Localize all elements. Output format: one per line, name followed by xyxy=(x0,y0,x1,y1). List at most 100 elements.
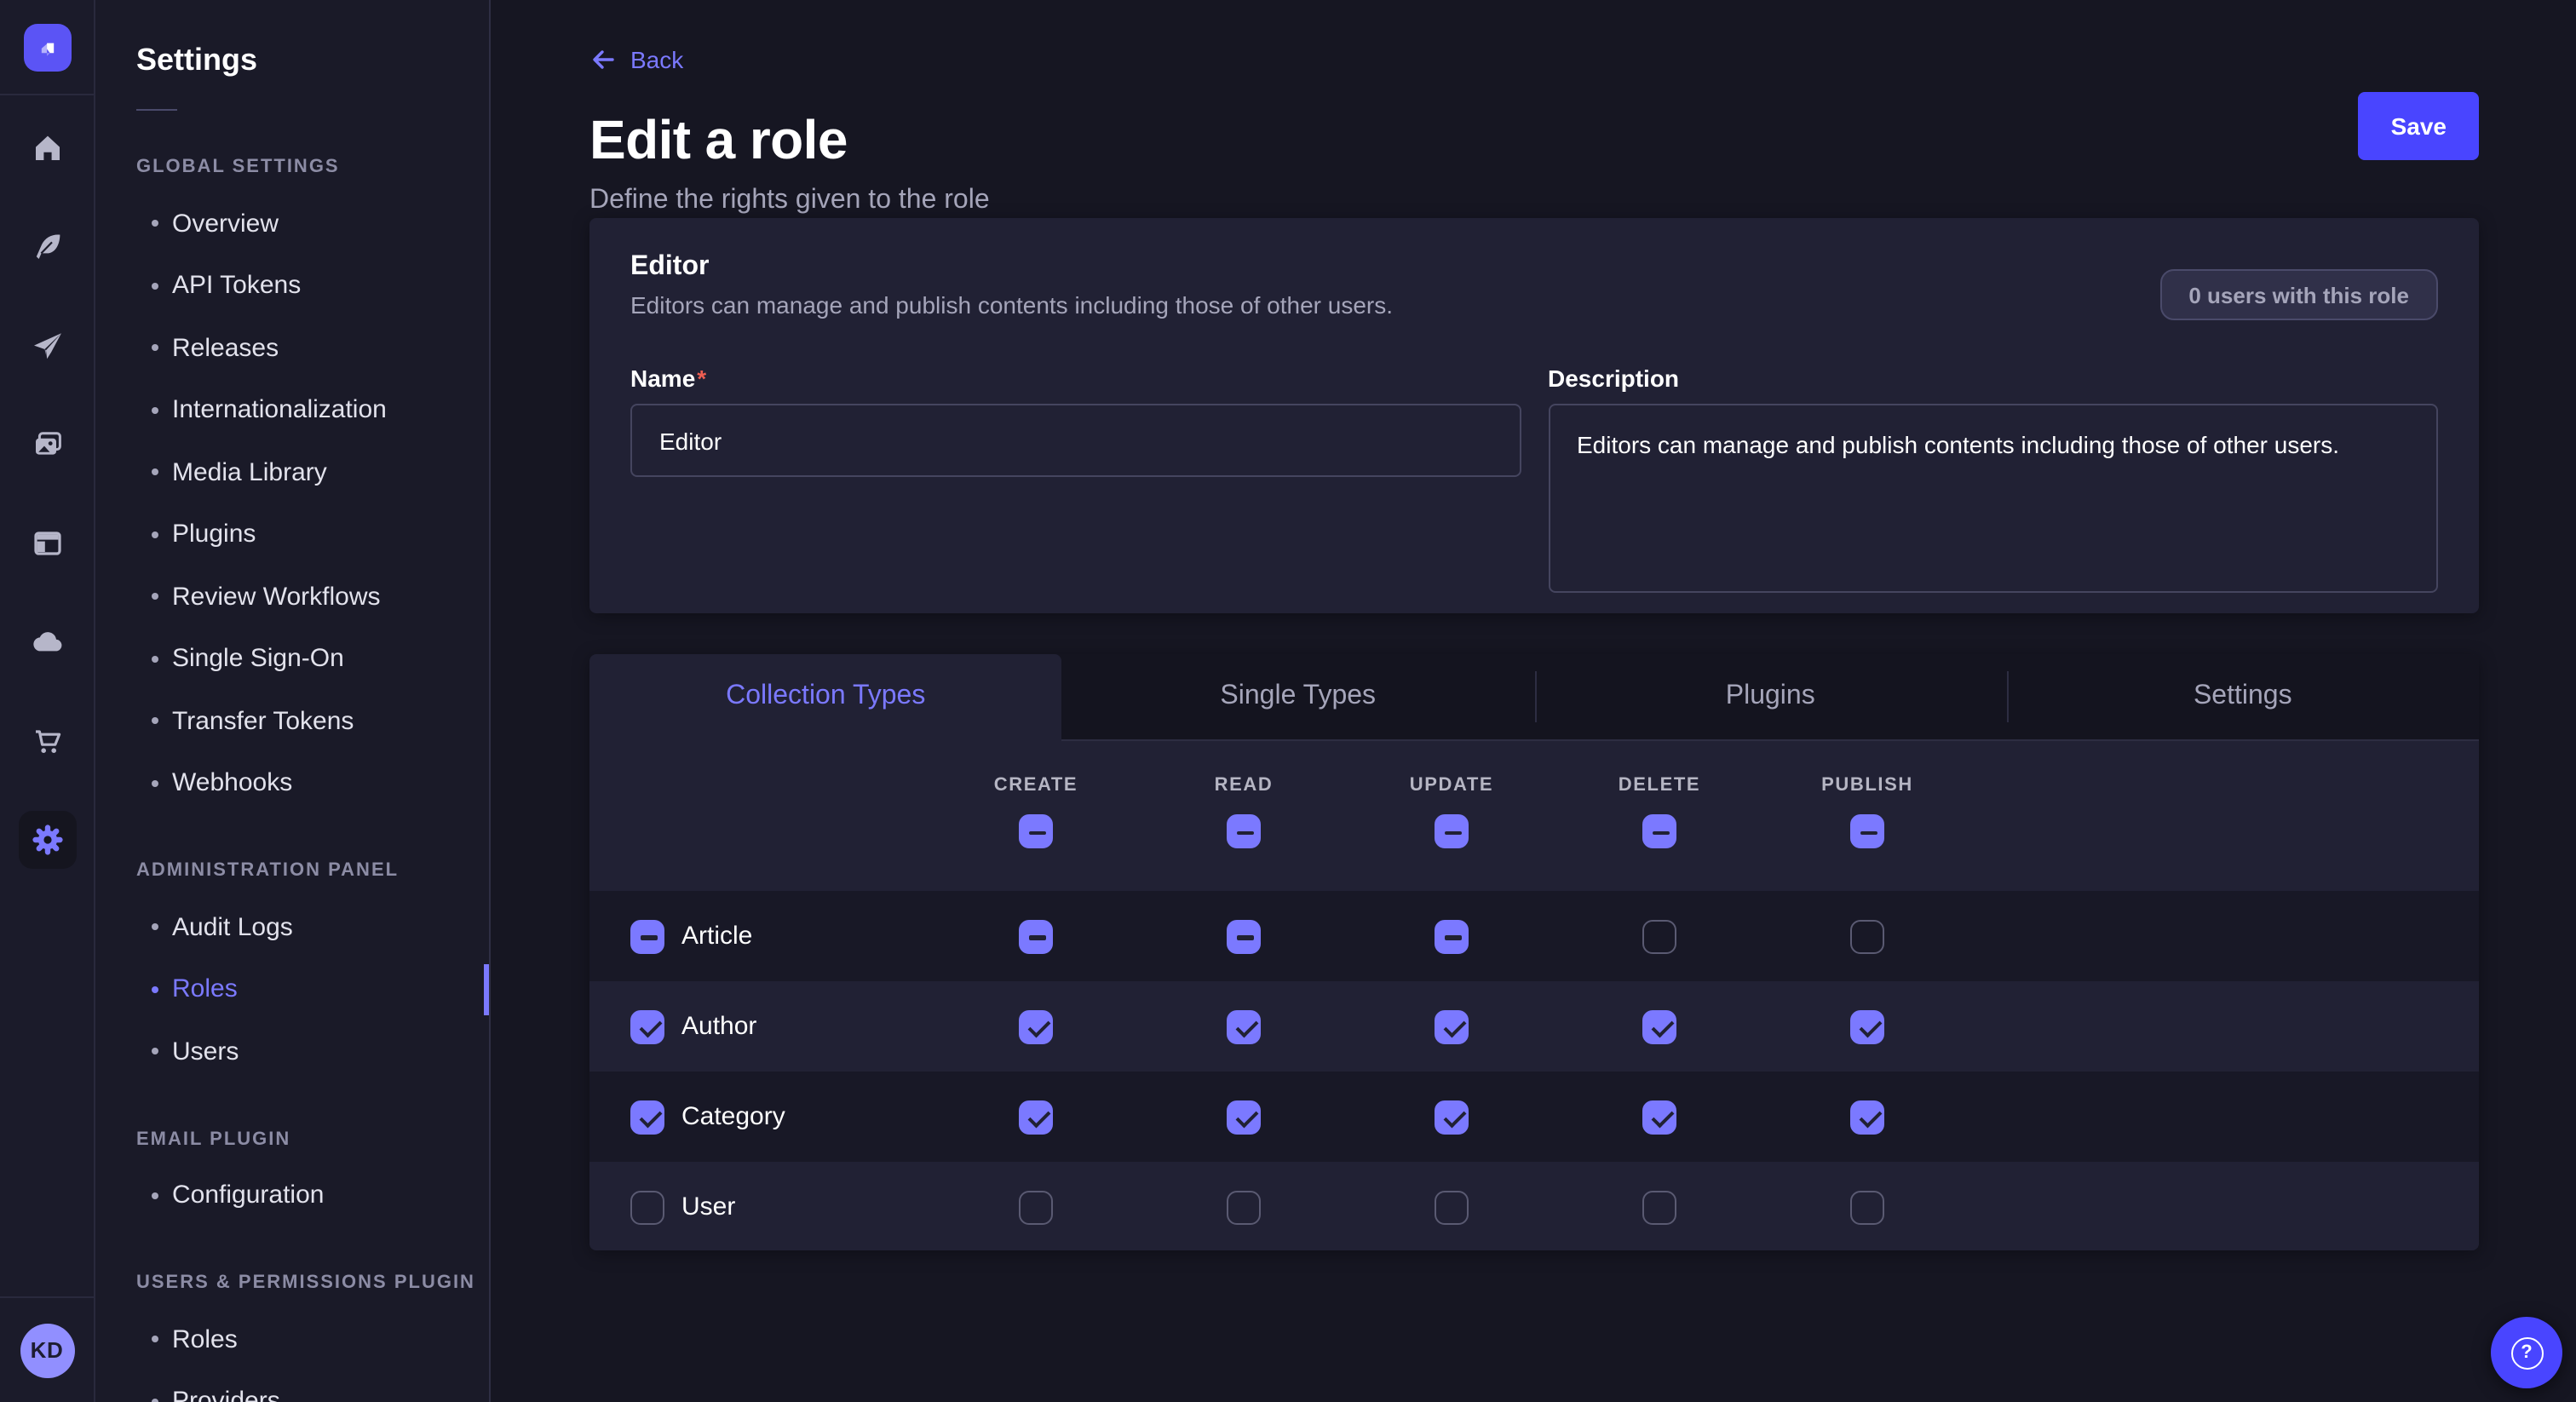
arrow-left-icon xyxy=(589,46,617,73)
cart-icon[interactable] xyxy=(18,712,76,770)
bullet-icon xyxy=(152,986,158,993)
subnav-item-webhooks[interactable]: Webhooks xyxy=(95,752,489,814)
subnav-item-label: Plugins xyxy=(172,520,256,549)
tab-collection-types[interactable]: Collection Types xyxy=(589,654,1062,739)
category-update-checkbox[interactable] xyxy=(1435,1100,1469,1134)
subnav-item-api-tokens[interactable]: API Tokens xyxy=(95,255,489,317)
article-read-checkbox[interactable] xyxy=(1227,919,1261,953)
description-field-group: Description xyxy=(1548,365,2438,601)
tab-single-types[interactable]: Single Types xyxy=(1062,654,1535,739)
subnav-item-label: Audit Logs xyxy=(172,913,293,942)
subnav-item-roles-active[interactable]: Roles xyxy=(95,958,489,1020)
user-delete-checkbox[interactable] xyxy=(1642,1190,1676,1224)
subnav-item-label: Providers xyxy=(172,1388,280,1402)
category-read-checkbox[interactable] xyxy=(1227,1100,1261,1134)
row-label: Author xyxy=(681,1012,756,1041)
name-input[interactable] xyxy=(630,404,1521,477)
feather-icon[interactable] xyxy=(18,218,76,276)
user-publish-checkbox[interactable] xyxy=(1850,1190,1884,1224)
bullet-icon xyxy=(152,469,158,476)
content-manager-icon[interactable] xyxy=(18,514,76,572)
users-with-role-badge[interactable]: 0 users with this role xyxy=(2159,269,2438,320)
subnav-item-plugins[interactable]: Plugins xyxy=(95,503,489,566)
category-delete-checkbox[interactable] xyxy=(1642,1100,1676,1134)
help-button[interactable]: ? xyxy=(2491,1317,2562,1388)
user-create-checkbox[interactable] xyxy=(1019,1190,1053,1224)
permission-row-category: Category xyxy=(589,1072,2479,1162)
subnav-item-releases[interactable]: Releases xyxy=(95,317,489,379)
subnav-item-single-sign-on[interactable]: Single Sign-On xyxy=(95,628,489,690)
home-icon[interactable] xyxy=(18,119,76,177)
permissions-tabbar: Collection Types Single Types Plugins Se… xyxy=(589,654,2479,741)
column-header-delete: DELETE xyxy=(1555,775,1763,848)
subnav-item-up-roles[interactable]: Roles xyxy=(95,1308,489,1370)
save-button[interactable]: Save xyxy=(2359,92,2479,160)
article-update-checkbox[interactable] xyxy=(1435,919,1469,953)
bullet-icon xyxy=(152,1399,158,1402)
subnav-item-label: API Tokens xyxy=(172,272,301,301)
select-all-update-checkbox[interactable] xyxy=(1435,814,1469,848)
bullet-icon xyxy=(152,345,158,352)
select-all-publish-checkbox[interactable] xyxy=(1850,814,1884,848)
subnav-title: Settings xyxy=(136,43,489,78)
cloud-icon[interactable] xyxy=(18,613,76,671)
author-create-checkbox[interactable] xyxy=(1019,1009,1053,1043)
row-checkbox-user[interactable] xyxy=(630,1190,664,1224)
author-update-checkbox[interactable] xyxy=(1435,1009,1469,1043)
description-textarea[interactable] xyxy=(1548,404,2438,593)
tab-plugins[interactable]: Plugins xyxy=(1534,654,2007,739)
select-all-delete-checkbox[interactable] xyxy=(1642,814,1676,848)
author-delete-checkbox[interactable] xyxy=(1642,1009,1676,1043)
row-checkbox-author[interactable] xyxy=(630,1009,664,1043)
gear-icon[interactable] xyxy=(18,811,76,869)
back-link[interactable]: Back xyxy=(589,46,683,73)
back-label: Back xyxy=(630,46,683,73)
subnav-item-label: Roles xyxy=(172,975,238,1004)
section-header-administration-panel: ADMINISTRATION PANEL xyxy=(136,860,489,881)
select-all-create-checkbox[interactable] xyxy=(1019,814,1053,848)
select-all-read-checkbox[interactable] xyxy=(1227,814,1261,848)
description-field-label: Description xyxy=(1548,365,2438,392)
subnav-divider xyxy=(136,109,177,111)
author-read-checkbox[interactable] xyxy=(1227,1009,1261,1043)
row-label: User xyxy=(681,1192,735,1221)
subnav-item-label: Releases xyxy=(172,334,279,363)
main-nav-rail: KD xyxy=(0,0,95,1402)
subnav-item-providers[interactable]: Providers xyxy=(95,1370,489,1402)
article-delete-checkbox[interactable] xyxy=(1642,919,1676,953)
subnav-item-media-library[interactable]: Media Library xyxy=(95,441,489,503)
subnav-item-overview[interactable]: Overview xyxy=(95,192,489,255)
rail-footer: KD xyxy=(0,1296,94,1402)
article-publish-checkbox[interactable] xyxy=(1850,919,1884,953)
subnav-item-review-workflows[interactable]: Review Workflows xyxy=(95,566,489,628)
subnav-item-users[interactable]: Users xyxy=(95,1020,489,1083)
user-read-checkbox[interactable] xyxy=(1227,1190,1261,1224)
role-form-fields: Name* Description xyxy=(630,365,2438,601)
permissions-card: Collection Types Single Types Plugins Se… xyxy=(589,654,2479,1250)
row-checkbox-article[interactable] xyxy=(630,919,664,953)
user-update-checkbox[interactable] xyxy=(1435,1190,1469,1224)
category-create-checkbox[interactable] xyxy=(1019,1100,1053,1134)
author-publish-checkbox[interactable] xyxy=(1850,1009,1884,1043)
subnav-item-transfer-tokens[interactable]: Transfer Tokens xyxy=(95,690,489,752)
bullet-icon xyxy=(152,221,158,227)
media-library-icon[interactable] xyxy=(18,416,76,474)
subnav-section-list: Configuration xyxy=(95,1164,489,1227)
section-header-global-settings: GLOBAL SETTINGS xyxy=(136,157,489,177)
help-icon: ? xyxy=(2510,1336,2543,1369)
article-create-checkbox[interactable] xyxy=(1019,919,1053,953)
subnav-item-label: Review Workflows xyxy=(172,583,381,612)
category-publish-checkbox[interactable] xyxy=(1850,1100,1884,1134)
permission-row-article: Article xyxy=(589,891,2479,981)
paper-plane-icon[interactable] xyxy=(18,317,76,375)
user-avatar[interactable]: KD xyxy=(20,1323,74,1377)
strapi-logo-icon[interactable] xyxy=(23,23,71,71)
row-checkbox-category[interactable] xyxy=(630,1100,664,1134)
tab-settings[interactable]: Settings xyxy=(2007,654,2480,739)
subnav-item-configuration[interactable]: Configuration xyxy=(95,1164,489,1227)
row-label: Category xyxy=(681,1102,785,1131)
subnav-item-audit-logs[interactable]: Audit Logs xyxy=(95,896,489,958)
section-header-users-permissions-plugin: USERS & PERMISSIONS PLUGIN xyxy=(136,1273,489,1293)
bullet-icon xyxy=(152,1192,158,1199)
subnav-item-internationalization[interactable]: Internationalization xyxy=(95,379,489,441)
